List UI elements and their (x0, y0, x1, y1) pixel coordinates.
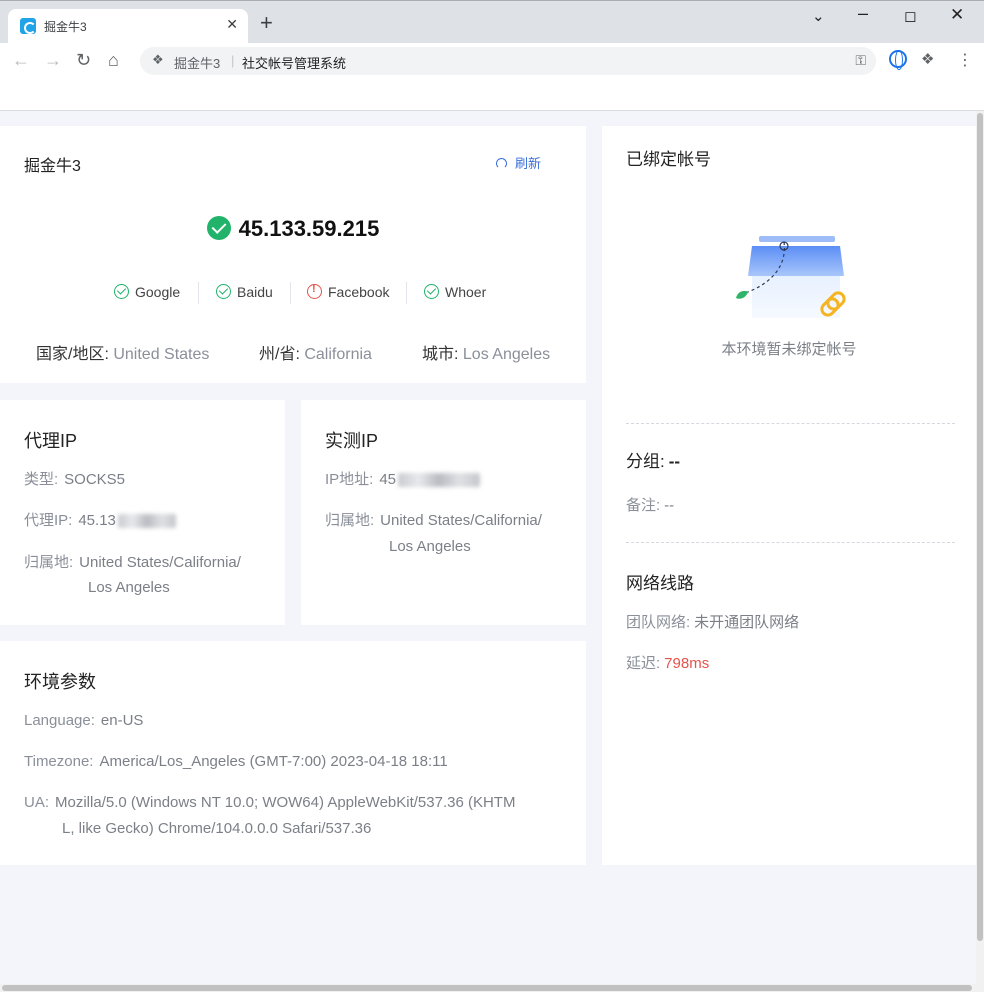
env-timezone: Timezone: America/Los_Angeles (GMT-7:00) … (24, 753, 448, 770)
ip-display: 45.133.59.215 (0, 216, 586, 242)
check-baidu: Baidu (216, 284, 273, 300)
ip-overview-card: 掘金牛3 刷新 45.133.59.215 Google Baidu Faceb… (0, 126, 586, 383)
bound-title: 已绑定帐号 (626, 150, 711, 169)
proxy-title: 代理IP (24, 431, 78, 451)
bookmark-bar (0, 79, 984, 111)
real-ip: IP地址: 45 (325, 467, 481, 493)
bound-accounts-card: 已绑定帐号 本环境暂未绑定帐号 分组: -- 备注: -- 网络线路 团队网络: 未开… (602, 126, 976, 865)
more-vertical-icon[interactable]: ⋮ (957, 50, 973, 70)
proxy-location-line2: Los Angeles (88, 579, 170, 596)
connectivity-checks: Google Baidu Facebook Whoer (0, 283, 586, 304)
close-window-icon[interactable]: ✕ (950, 5, 964, 25)
refresh-button[interactable]: 刷新 (496, 153, 541, 172)
network-title: 网络线路 (626, 574, 694, 593)
tab-strip: 掘金牛3 ✕ + ⌄ – ◻ ✕ (0, 0, 984, 44)
divider (198, 282, 199, 304)
proxy-ip: 代理IP: 45.13 (24, 508, 176, 534)
state-info: 州/省: California (259, 346, 372, 363)
env-ua-line2: L, like Gecko) Chrome/104.0.0.0 Safari/5… (62, 820, 372, 837)
alert-circle-icon (307, 283, 322, 299)
horizontal-scrollbar-thumb[interactable] (2, 985, 972, 991)
extension-puzzle-icon: ❖ (152, 52, 164, 67)
browser-tab[interactable]: 掘金牛3 ✕ (8, 9, 248, 44)
env-ua: UA: Mozilla/5.0 (Windows NT 10.0; WOW64) … (24, 794, 516, 811)
masked-ip (398, 473, 481, 488)
address-bar-title: 掘金牛3 (174, 56, 221, 71)
proxy-ip-card: 代理IP 类型: SOCKS5 代理IP: 45.13 归属地: United Sta… (0, 400, 285, 625)
address-bar-url: 社交帐号管理系统 (242, 56, 347, 71)
real-ip-card: 实测IP IP地址: 45 归属地: United States/Californi… (301, 400, 586, 625)
real-location: 归属地: United States/California/ (325, 512, 542, 529)
check-google: Google (114, 284, 180, 300)
divider (626, 423, 955, 424)
ip-address: 45.133.59.215 (238, 216, 380, 241)
real-location-line2: Los Angeles (389, 538, 471, 555)
restore-icon[interactable]: ◻ (904, 7, 916, 25)
masked-ip (117, 514, 176, 529)
env-language: Language: en-US (24, 712, 144, 729)
real-title: 实测IP (325, 431, 379, 451)
close-tab-icon[interactable]: ✕ (226, 16, 238, 33)
address-bar-separator: | (231, 53, 235, 68)
check-circle-icon (206, 216, 231, 240)
app-logo-icon (20, 18, 36, 34)
home-icon[interactable]: ⌂ (108, 50, 119, 71)
extensions-icon[interactable]: ❖ (921, 50, 934, 68)
empty-bound-text: 本环境暂未绑定帐号 (721, 341, 857, 358)
empty-illustration (736, 236, 846, 318)
new-tab-button[interactable]: + (260, 12, 273, 34)
reload-icon[interactable]: ↻ (76, 50, 91, 71)
check-circle-icon (424, 284, 439, 299)
check-circle-icon (216, 284, 231, 299)
environment-card: 环境参数 Language: en-US Timezone: America/Los… (0, 641, 586, 865)
divider (406, 282, 407, 304)
chevron-down-icon[interactable]: ⌄ (812, 7, 825, 25)
note-info: 备注: -- (626, 497, 675, 514)
back-icon[interactable]: ← (12, 50, 30, 71)
refresh-label: 刷新 (515, 156, 542, 171)
vertical-scrollbar-thumb[interactable] (977, 113, 983, 941)
address-bar[interactable]: ❖ 掘金牛3 | 社交帐号管理系统 ⚿ (140, 47, 876, 75)
divider (290, 282, 291, 304)
refresh-icon (496, 158, 507, 169)
globe-icon[interactable] (889, 50, 907, 70)
group-info: 分组: -- (626, 452, 681, 471)
key-icon[interactable]: ⚿ (855, 52, 866, 69)
city-info: 城市: Los Angeles (422, 346, 551, 363)
tab-title: 掘金牛3 (44, 20, 87, 34)
proxy-location: 归属地: United States/California/ (24, 554, 241, 571)
check-whoer: Whoer (424, 284, 486, 300)
env-title: 环境参数 (24, 672, 96, 692)
browser-toolbar: ← → ↻ ⌂ ❖ 掘金牛3 | 社交帐号管理系统 ⚿ (0, 43, 984, 79)
proxy-type: 类型: SOCKS5 (24, 471, 126, 488)
profile-title: 掘金牛3 (24, 158, 81, 175)
latency: 延迟: 798ms (626, 655, 710, 672)
country-info: 国家/地区: United States (36, 346, 210, 363)
team-network: 团队网络: 未开通团队网络 (626, 614, 800, 631)
maximize-icon[interactable]: – (858, 3, 868, 24)
check-facebook: Facebook (307, 283, 389, 300)
forward-icon[interactable]: → (44, 50, 62, 71)
divider (626, 542, 955, 543)
check-circle-icon (114, 284, 129, 299)
